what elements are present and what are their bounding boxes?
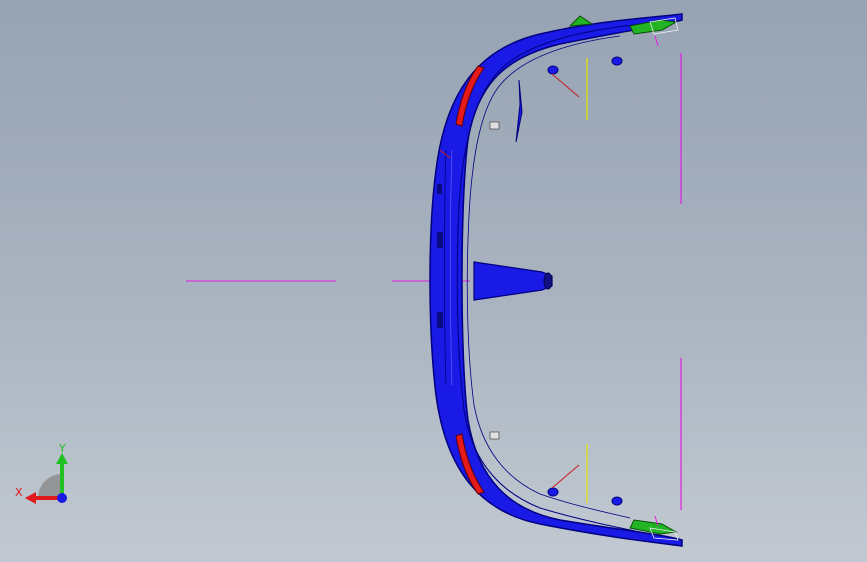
model-scene[interactable]	[0, 0, 867, 562]
face-slot-3	[437, 184, 442, 194]
mount-hole-bottom-1[interactable]	[547, 487, 559, 497]
center-bracket-tip	[543, 272, 553, 290]
face-slot-1	[437, 232, 443, 248]
fastener-marker-bottom	[489, 431, 500, 440]
triad-plane-quarter	[38, 474, 62, 498]
face-slot-2	[437, 312, 443, 328]
clip-top-green-tab[interactable]	[568, 15, 594, 27]
inner-tab-spike	[515, 79, 523, 143]
fastener-marker-top	[489, 121, 500, 130]
graphics-viewport[interactable]: X Y	[0, 0, 867, 562]
triad-x-arrow	[25, 492, 36, 504]
mount-hole-bottom-2[interactable]	[611, 496, 623, 506]
mount-hole-top-2[interactable]	[611, 56, 623, 66]
end-marker-top	[654, 35, 659, 47]
triad-y-label: Y	[59, 442, 66, 455]
triad-z-axis	[57, 493, 67, 503]
center-bracket[interactable]	[473, 261, 553, 301]
mount-hole-top-1[interactable]	[547, 65, 559, 75]
dimension-leader-top	[551, 73, 580, 98]
triad-x-label: X	[15, 486, 23, 499]
triad-graphic	[25, 453, 68, 504]
reference-triad: X Y	[12, 440, 76, 510]
dimension-leader-bottom	[551, 464, 580, 489]
